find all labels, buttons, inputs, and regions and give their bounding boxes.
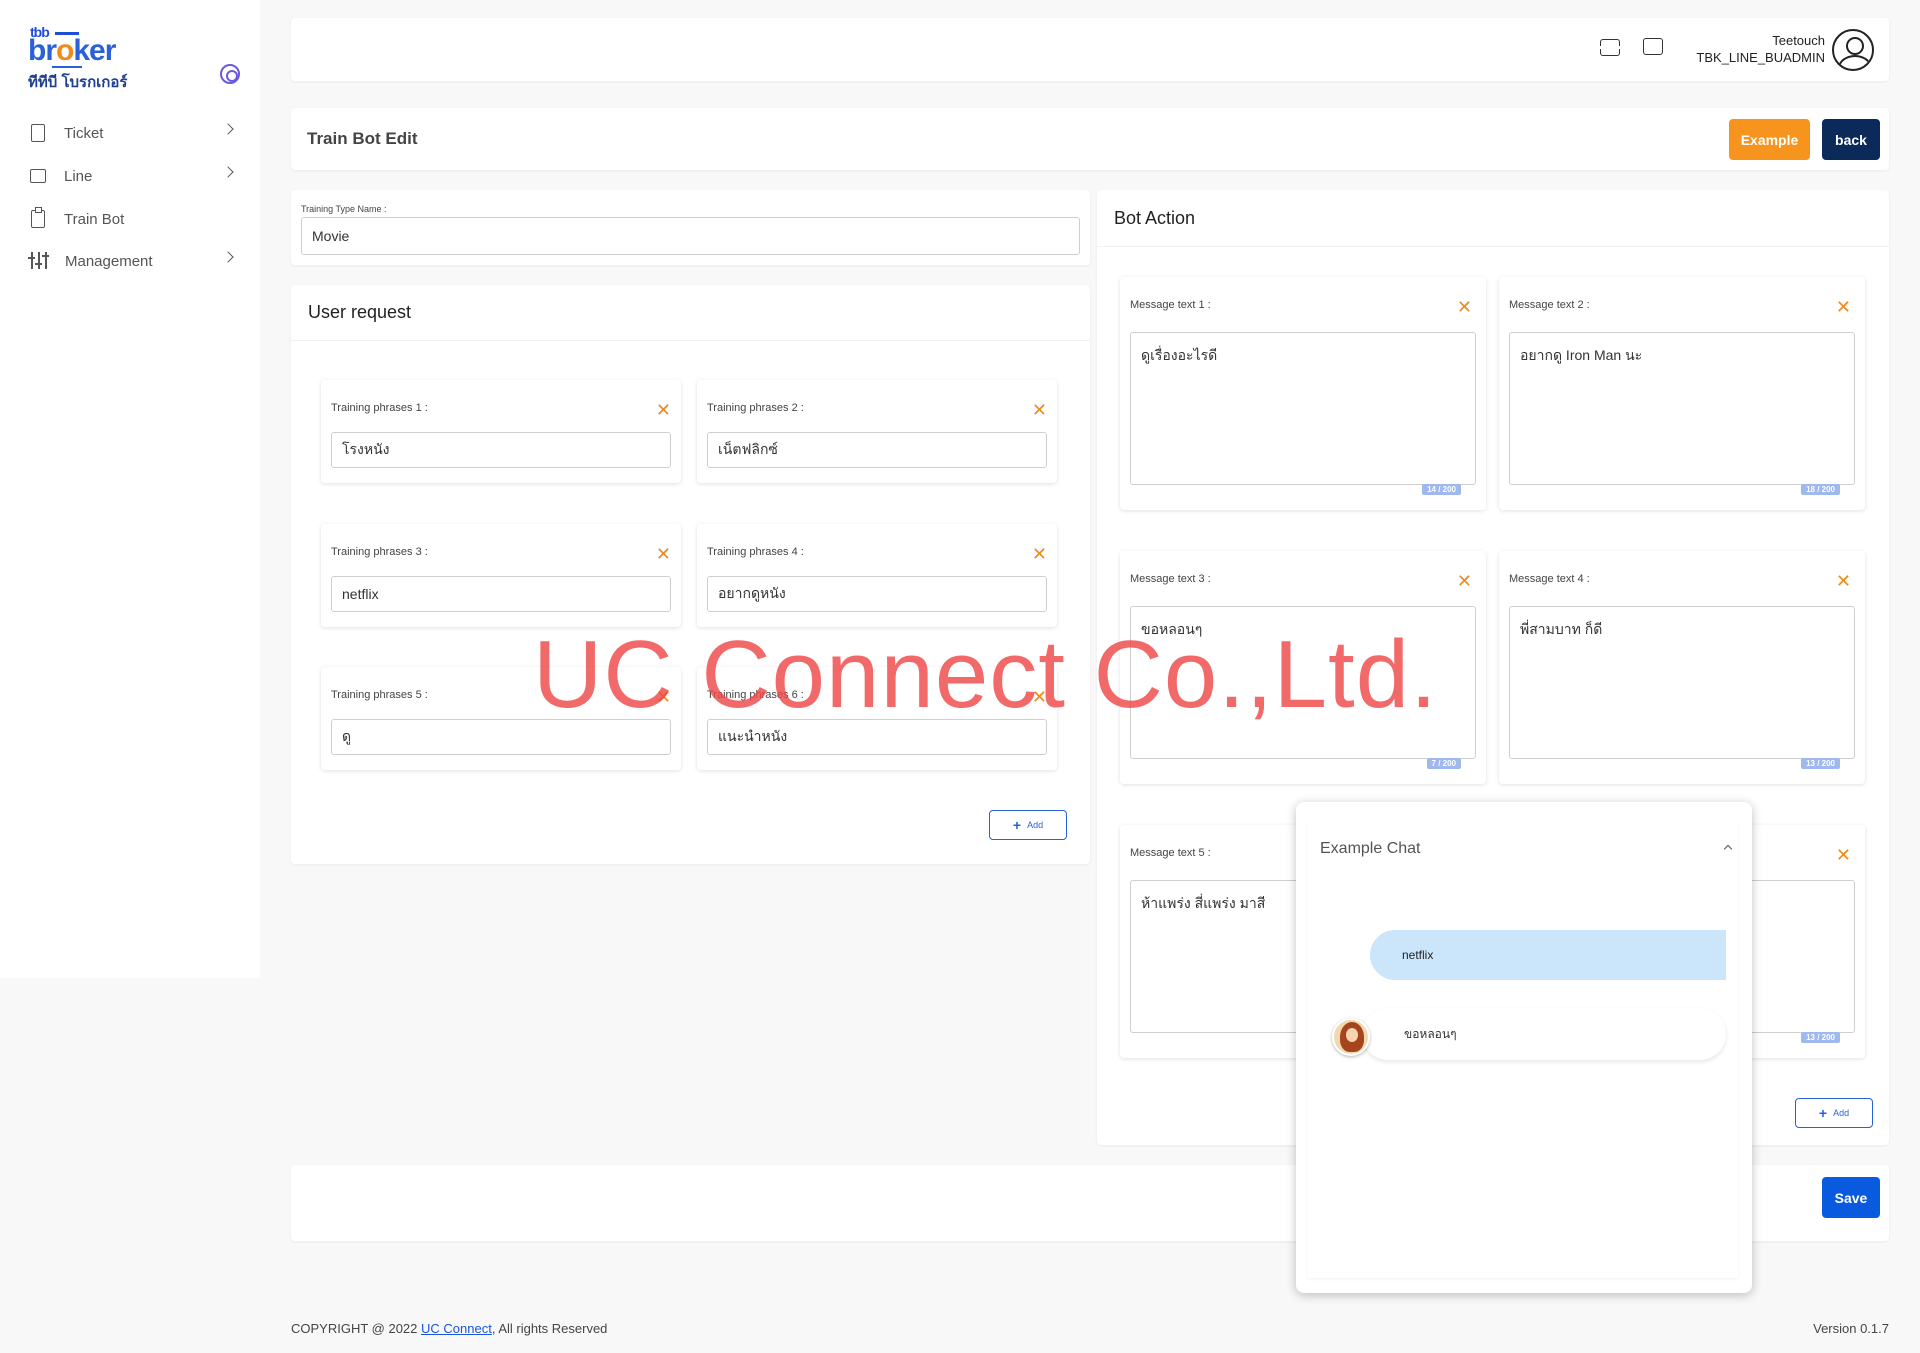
phrase-input[interactable]: โรงหนัง — [331, 432, 671, 468]
message-textarea[interactable]: พี่สามบาท ก็ดี — [1509, 606, 1855, 759]
user-info[interactable]: Teetouch TBK_LINE_BUADMIN — [1696, 32, 1825, 66]
phrase-input[interactable]: netflix — [331, 576, 671, 612]
page-title-bar: Train Bot Edit — [291, 108, 1889, 170]
message-card: Message text 2 : ✕ อยากดู Iron Man นะ 18… — [1499, 277, 1865, 510]
message-label: Message text 3 : — [1130, 573, 1211, 585]
sync-icon[interactable] — [1598, 36, 1622, 58]
close-icon[interactable]: ✕ — [1457, 298, 1472, 316]
phrase-card: Training phrases 2 : ✕ เน็ตฟลิกซ์ — [697, 380, 1057, 483]
char-count: 7 / 200 — [1426, 758, 1461, 769]
sidebar-item-label: Management — [65, 252, 153, 270]
phrase-label: Training phrases 5 : — [331, 689, 428, 701]
char-count: 13 / 200 — [1801, 758, 1840, 769]
message-card: Message text 4 : ✕ พี่สามบาท ก็ดี 13 / 2… — [1499, 551, 1865, 784]
sidebar-item-management[interactable]: Management — [28, 243, 238, 279]
file-icon — [31, 124, 45, 142]
brand-logo[interactable]: tbb broker ทีทีบี โบรกเกอร์ — [28, 22, 188, 92]
sidebar-toggle-icon[interactable] — [220, 64, 240, 84]
page-title: Train Bot Edit — [307, 129, 418, 148]
phrase-card: Training phrases 1 : ✕ โรงหนัง — [321, 380, 681, 483]
training-type-label: Training Type Name : — [301, 204, 387, 214]
version-text: Version 0.1.7 — [1813, 1321, 1889, 1336]
chevron-right-icon — [222, 166, 234, 178]
chat-title: Example Chat — [1320, 840, 1421, 857]
footer-link[interactable]: UC Connect — [421, 1321, 492, 1336]
chat-icon — [30, 169, 46, 183]
sidebar-item-label: Line — [64, 167, 93, 185]
close-icon[interactable]: ✕ — [1457, 572, 1472, 590]
sidebar-item-ticket[interactable]: Ticket — [28, 115, 238, 151]
phrase-input[interactable]: อยากดูหนัง — [707, 576, 1047, 612]
phrase-label: Training phrases 2 : — [707, 402, 804, 414]
phrase-card: Training phrases 3 : ✕ netflix — [321, 524, 681, 627]
sliders-icon — [28, 251, 49, 271]
close-icon[interactable]: ✕ — [1032, 401, 1047, 419]
sidebar-item-line[interactable]: Line — [28, 158, 238, 194]
phrase-label: Training phrases 4 : — [707, 546, 804, 558]
chevron-right-icon — [222, 123, 234, 135]
save-button[interactable]: Save — [1822, 1177, 1880, 1218]
user-avatar-icon[interactable] — [1832, 29, 1874, 71]
phrase-label: Training phrases 3 : — [331, 546, 428, 558]
chevron-right-icon — [222, 251, 234, 263]
close-icon[interactable]: ✕ — [1836, 846, 1851, 864]
back-button[interactable]: back — [1822, 119, 1880, 160]
char-count: 14 / 200 — [1422, 484, 1461, 495]
add-message-button[interactable]: + Add — [1795, 1098, 1873, 1128]
user-message-bubble: netflix — [1370, 930, 1726, 980]
training-type-card: Training Type Name : Movie — [291, 190, 1090, 265]
char-count: 13 / 200 — [1801, 1032, 1840, 1043]
message-textarea[interactable]: ดูเรื่องอะไรดี — [1130, 332, 1476, 485]
example-button[interactable]: Example — [1729, 119, 1810, 160]
user-name: Teetouch — [1772, 33, 1825, 48]
user-request-card: User request Training phrases 1 : ✕ โรงห… — [291, 285, 1090, 864]
bot-message-bubble: ขอหลอนๆ — [1362, 1008, 1726, 1060]
user-role: TBK_LINE_BUADMIN — [1696, 50, 1825, 65]
message-label: Message text 4 : — [1509, 573, 1590, 585]
message-textarea[interactable]: อยากดู Iron Man นะ — [1509, 332, 1855, 485]
plus-icon: + — [1012, 817, 1022, 833]
char-count: 18 / 200 — [1801, 484, 1840, 495]
close-icon[interactable]: ✕ — [1032, 545, 1047, 563]
sidebar-item-label: Ticket — [64, 124, 104, 142]
phrase-input[interactable]: เน็ตฟลิกซ์ — [707, 432, 1047, 468]
message-icon[interactable] — [1643, 38, 1663, 55]
message-card: Message text 1 : ✕ ดูเรื่องอะไรดี 14 / 2… — [1120, 277, 1486, 510]
sidebar: tbb broker ทีทีบี โบรกเกอร์ Ticket Line … — [0, 0, 260, 978]
close-icon[interactable]: ✕ — [1836, 572, 1851, 590]
close-icon[interactable]: ✕ — [1836, 298, 1851, 316]
sidebar-item-label: Train Bot — [64, 210, 125, 228]
phrase-card: Training phrases 4 : ✕ อยากดูหนัง — [697, 524, 1057, 627]
footer-copyright: COPYRIGHT @ 2022 UC Connect, All rights … — [291, 1321, 608, 1336]
example-chat-popup: Example Chat netflix ขอหลอนๆ — [1296, 802, 1752, 1293]
close-icon[interactable]: ✕ — [656, 545, 671, 563]
logo-thai: ทีทีบี โบรกเกอร์ — [28, 74, 128, 91]
add-phrase-button[interactable]: + Add — [989, 810, 1067, 840]
user-request-title: User request — [308, 302, 412, 322]
message-label: Message text 5 : — [1130, 847, 1211, 859]
training-type-input[interactable]: Movie — [301, 217, 1080, 255]
phrase-label: Training phrases 1 : — [331, 402, 428, 414]
bot-action-title: Bot Action — [1114, 208, 1196, 228]
close-icon[interactable]: ✕ — [656, 401, 671, 419]
plus-icon: + — [1818, 1105, 1828, 1121]
clipboard-icon — [31, 207, 45, 228]
bot-avatar — [1332, 1018, 1370, 1056]
sidebar-item-train-bot[interactable]: Train Bot — [28, 201, 238, 237]
message-label: Message text 1 : — [1130, 299, 1211, 311]
watermark-text: UC Connect Co.,Ltd. — [533, 621, 1438, 728]
message-label: Message text 2 : — [1509, 299, 1590, 311]
logo-main: broker — [28, 34, 116, 67]
